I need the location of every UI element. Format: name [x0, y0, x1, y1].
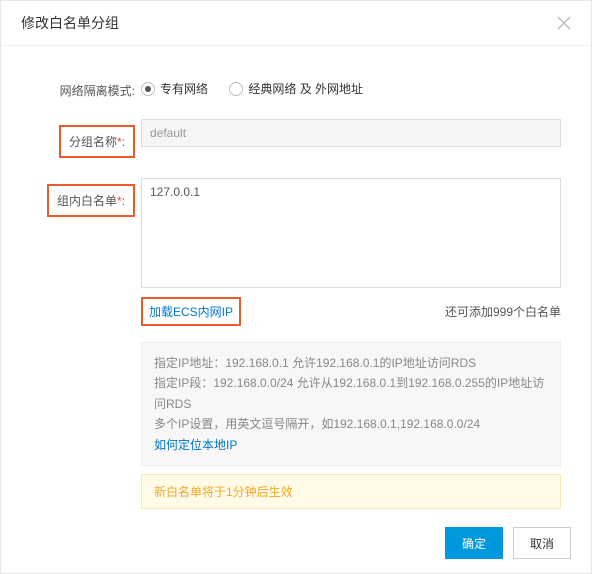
- whitelist-field: 加载ECS内网IP 还可添加999个白名单 指定IP地址：192.168.0.1…: [141, 178, 561, 509]
- label-whitelist-col: 组内白名单*:: [31, 178, 141, 217]
- radio-circle-icon: [229, 82, 243, 96]
- whitelist-dialog: 修改白名单分组 网络隔离模式: 专有网络 经典网络 及 外网地址: [0, 0, 592, 574]
- radio-circle-icon: [141, 82, 155, 96]
- remaining-count-text: 还可添加999个白名单: [445, 303, 561, 320]
- locate-local-ip-link[interactable]: 如何定位本地IP: [154, 435, 548, 455]
- group-name-field: [141, 119, 561, 147]
- label-group-name-col: 分组名称*:: [31, 119, 141, 158]
- dialog-header: 修改白名单分组: [1, 1, 591, 46]
- radio-classic[interactable]: 经典网络 及 外网地址: [229, 80, 363, 97]
- effective-notice: 新白名单将于1分钟后生效: [141, 474, 561, 509]
- row-group-name: 分组名称*:: [31, 119, 561, 158]
- group-name-input: [141, 119, 561, 147]
- info-line-1: 指定IP地址：192.168.0.1 允许192.168.0.1的IP地址访问R…: [154, 353, 548, 373]
- label-whitelist: 组内白名单*:: [47, 184, 135, 217]
- network-mode-radio-group: 专有网络 经典网络 及 外网地址: [141, 76, 561, 99]
- radio-vpc-label: 专有网络: [160, 80, 208, 97]
- load-ecs-ip-link[interactable]: 加载ECS内网IP: [141, 297, 241, 326]
- info-line-3: 多个IP设置，用英文逗号隔开，如192.168.0.1,192.168.0.0/…: [154, 414, 548, 434]
- ip-format-info-box: 指定IP地址：192.168.0.1 允许192.168.0.1的IP地址访问R…: [141, 342, 561, 466]
- radio-vpc[interactable]: 专有网络: [141, 80, 208, 97]
- whitelist-under-row: 加载ECS内网IP 还可添加999个白名单: [141, 297, 561, 326]
- dialog-footer: 确定 取消: [1, 513, 591, 573]
- row-whitelist: 组内白名单*: 加载ECS内网IP 还可添加999个白名单 指定IP地址：192…: [31, 178, 561, 509]
- whitelist-textarea[interactable]: [141, 178, 561, 288]
- radio-classic-label: 经典网络 及 外网地址: [248, 80, 363, 97]
- row-network-mode: 网络隔离模式: 专有网络 经典网络 及 外网地址: [31, 76, 561, 99]
- info-line-2: 指定IP段：192.168.0.0/24 允许从192.168.0.1到192.…: [154, 373, 548, 414]
- close-icon[interactable]: [557, 16, 571, 30]
- confirm-button[interactable]: 确定: [445, 527, 503, 559]
- dialog-title: 修改白名单分组: [21, 13, 119, 33]
- label-network-mode: 网络隔离模式:: [31, 76, 141, 99]
- dialog-body: 网络隔离模式: 专有网络 经典网络 及 外网地址 分组名称*:: [1, 46, 591, 527]
- cancel-button[interactable]: 取消: [513, 527, 571, 559]
- label-group-name: 分组名称*:: [59, 125, 135, 158]
